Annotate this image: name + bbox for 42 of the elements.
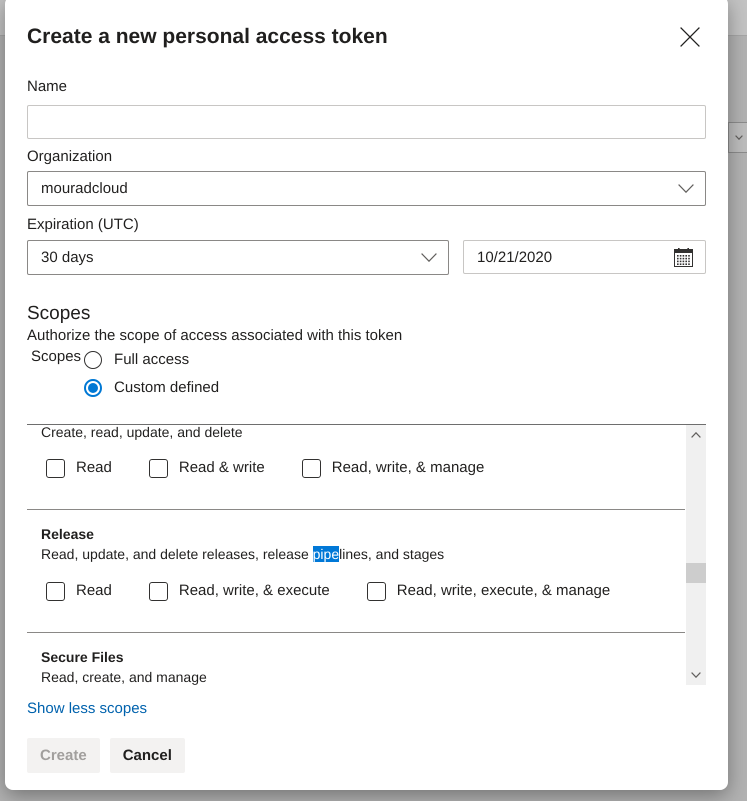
dialog-button[interactable]: Cancel: [110, 738, 185, 773]
scope-description: Read, create, and manage: [41, 668, 208, 685]
field-label: Name: [27, 77, 68, 97]
scope-description: Read, update, and delete releases, release pipelines, and stages: [41, 545, 446, 564]
scroll-up-icon[interactable]: [691, 432, 701, 438]
scrollbar-thumb[interactable]: [686, 563, 706, 583]
dialog-title: Create a new personal access token: [27, 24, 388, 50]
radio-button[interactable]: [84, 379, 102, 397]
checkbox[interactable]: [366, 582, 386, 600]
checkbox[interactable]: [46, 458, 65, 478]
checkbox[interactable]: [148, 458, 168, 478]
field-label: Organization: [27, 147, 114, 167]
radio-label: Custom defined: [114, 378, 220, 398]
checkbox-label: Read: [76, 581, 112, 601]
radio-group-label: Scopes: [31, 347, 82, 367]
checkbox-label: Read: [76, 458, 112, 478]
scope-title: Release: [41, 525, 95, 544]
checkbox-label: Read & write: [178, 458, 265, 478]
radio-button[interactable]: [84, 351, 102, 369]
organization-dropdown[interactable]: mouradcloud: [27, 171, 706, 206]
scroll-down-icon[interactable]: [691, 672, 701, 678]
chevron-down-icon: [421, 253, 437, 262]
chevron-down-icon: [678, 184, 694, 193]
scope-title: Secure Files: [41, 648, 124, 667]
chevron-down-icon: [735, 135, 743, 140]
show-less-link[interactable]: Show less scopes: [27, 700, 148, 717]
calendar-icon[interactable]: [674, 248, 693, 266]
date-field[interactable]: 10/21/2020: [463, 240, 706, 274]
field-label: Expiration (UTC): [27, 215, 140, 235]
checkbox[interactable]: [302, 458, 321, 478]
radio-label: Full access: [114, 350, 190, 370]
checkbox-label: Read, write, & execute: [178, 581, 330, 601]
expiration-dropdown[interactable]: 30 days: [27, 240, 449, 275]
checkbox-label: Read, write, execute, & manage: [396, 581, 610, 601]
checkbox[interactable]: [46, 582, 65, 600]
scope-description: Create, read, update, and delete: [41, 425, 244, 442]
name-field[interactable]: [27, 105, 706, 139]
section-description: Authorize the scope of access associated with this token: [27, 326, 404, 346]
checkbox[interactable]: [148, 582, 168, 600]
close-icon[interactable]: [680, 27, 700, 47]
section-heading: Scopes: [27, 302, 92, 326]
checkbox-label: Read, write, & manage: [332, 458, 484, 478]
